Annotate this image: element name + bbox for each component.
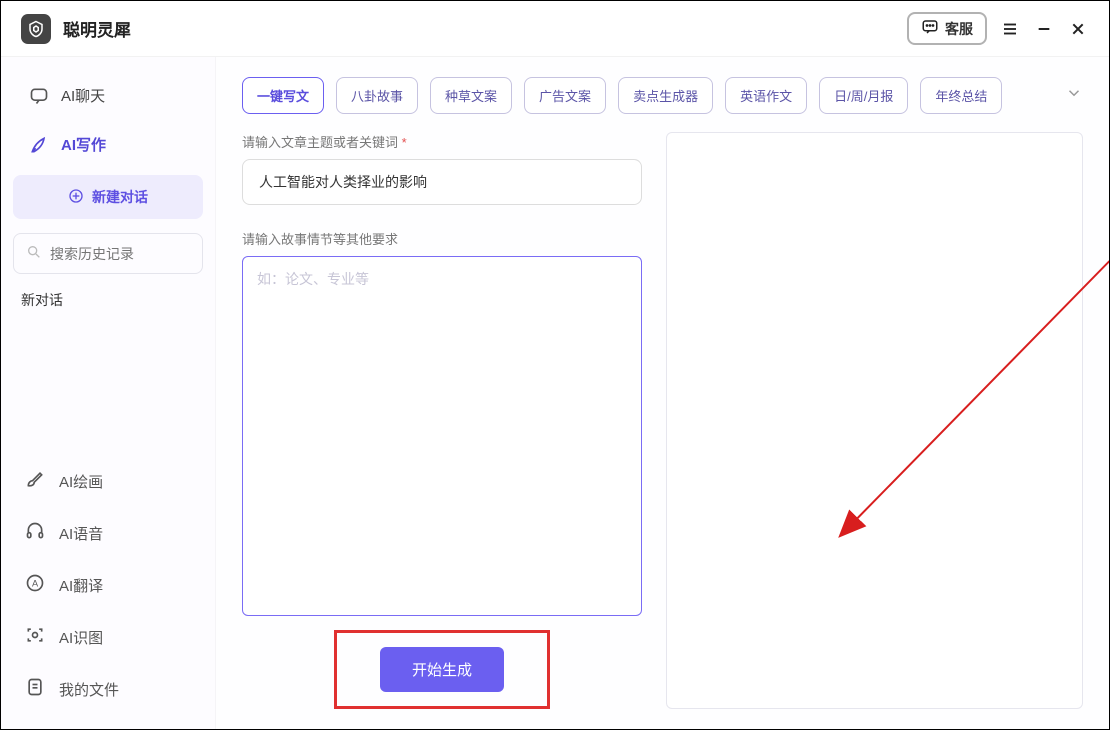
svg-text:A: A — [32, 578, 39, 588]
app-title: 聪明灵犀 — [63, 16, 131, 41]
pill-grass-copy[interactable]: 种草文案 — [430, 77, 512, 114]
tool-my-files[interactable]: 我的文件 — [13, 663, 203, 715]
file-icon — [25, 677, 45, 701]
tool-label: AI语音 — [59, 523, 103, 544]
plus-circle-icon — [68, 188, 84, 207]
extra-textarea-wrap[interactable] — [242, 256, 642, 616]
tool-ai-voice[interactable]: AI语音 — [13, 507, 203, 559]
app-logo — [21, 14, 51, 44]
extra-textarea[interactable] — [257, 269, 627, 603]
required-mark: * — [402, 135, 407, 150]
search-input-wrap[interactable] — [13, 233, 203, 274]
search-input[interactable] — [50, 246, 190, 262]
brush-icon — [25, 469, 45, 493]
sidebar-item-ai-chat[interactable]: AI聊天 — [13, 71, 203, 120]
new-chat-button[interactable]: 新建对话 — [13, 175, 203, 219]
close-icon[interactable] — [1067, 18, 1089, 40]
generate-highlight-box: 开始生成 — [334, 630, 550, 709]
history-item-label: 新对话 — [21, 292, 63, 308]
tool-label: AI识图 — [59, 627, 103, 648]
pen-icon — [29, 135, 49, 155]
sidebar-item-label: AI写作 — [61, 134, 106, 155]
sidebar-item-label: AI聊天 — [61, 85, 105, 106]
chat-bubble-icon — [29, 86, 49, 106]
pill-english-essay[interactable]: 英语作文 — [725, 77, 807, 114]
output-panel — [666, 132, 1083, 709]
topic-label: 请输入文章主题或者关键词 * — [242, 132, 642, 151]
tool-ai-draw[interactable]: AI绘画 — [13, 455, 203, 507]
pill-year-summary[interactable]: 年终总结 — [920, 77, 1002, 114]
menu-icon[interactable] — [999, 18, 1021, 40]
minimize-icon[interactable] — [1033, 18, 1055, 40]
tool-label: AI翻译 — [59, 575, 103, 596]
support-label: 客服 — [945, 19, 973, 39]
chat-icon — [921, 18, 939, 39]
translate-icon: A — [25, 573, 45, 597]
headphone-icon — [25, 521, 45, 545]
pill-report[interactable]: 日/周/月报 — [819, 77, 908, 114]
pill-selling-point[interactable]: 卖点生成器 — [618, 77, 713, 114]
tool-label: 我的文件 — [59, 679, 119, 700]
tool-label: AI绘画 — [59, 471, 103, 492]
tool-ai-translate[interactable]: A AI翻译 — [13, 559, 203, 611]
image-scan-icon — [25, 625, 45, 649]
search-icon — [26, 244, 42, 263]
history-item[interactable]: 新对话 — [13, 274, 203, 326]
pill-ad-copy[interactable]: 广告文案 — [524, 77, 606, 114]
sidebar-item-ai-write[interactable]: AI写作 — [13, 120, 203, 169]
extra-label: 请输入故事情节等其他要求 — [242, 229, 642, 248]
pill-one-click-write[interactable]: 一键写文 — [242, 77, 324, 114]
tool-ai-image[interactable]: AI识图 — [13, 611, 203, 663]
topic-input[interactable] — [242, 159, 642, 205]
generate-button[interactable]: 开始生成 — [380, 647, 504, 692]
support-button[interactable]: 客服 — [907, 12, 987, 45]
chevron-down-icon[interactable] — [1065, 84, 1083, 107]
new-chat-label: 新建对话 — [92, 187, 148, 207]
pill-gossip-story[interactable]: 八卦故事 — [336, 77, 418, 114]
template-pill-row: 一键写文 八卦故事 种草文案 广告文案 卖点生成器 英语作文 日/周/月报 年终… — [242, 77, 1083, 114]
